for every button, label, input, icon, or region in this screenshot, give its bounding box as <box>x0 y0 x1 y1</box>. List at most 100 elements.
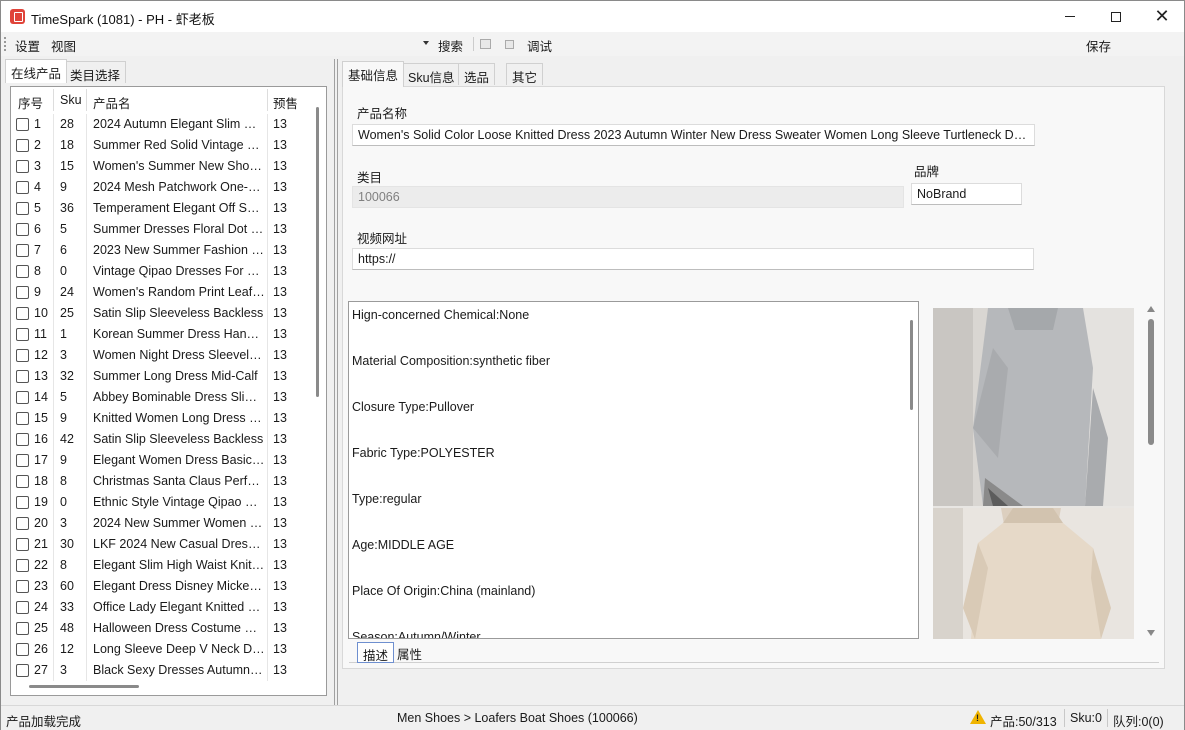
product-name-field[interactable]: Women's Solid Color Loose Knitted Dress … <box>352 124 1035 146</box>
col-header-sku[interactable]: Sku <box>60 93 82 107</box>
search-dropdown-icon[interactable] <box>423 41 429 45</box>
row-checkbox[interactable] <box>16 601 29 614</box>
row-checkbox[interactable] <box>16 538 29 551</box>
row-index: 11 <box>34 327 47 341</box>
tab-description[interactable]: 描述 <box>357 642 395 663</box>
row-checkbox[interactable] <box>16 412 29 425</box>
tab-sku-info[interactable]: Sku信息 <box>402 63 461 85</box>
row-checkbox[interactable] <box>16 139 29 152</box>
table-row[interactable]: 6 5 Summer Dresses Floral Dot Print 13 <box>11 219 316 240</box>
row-checkbox[interactable] <box>16 559 29 572</box>
table-row[interactable]: 15 9 Knitted Women Long Dress Winter 13 <box>11 408 316 429</box>
menu-view[interactable]: 视图 <box>51 36 76 55</box>
panel-splitter[interactable] <box>334 59 338 705</box>
row-checkbox[interactable] <box>16 328 29 341</box>
tab-online-products[interactable]: 在线产品 <box>5 59 68 83</box>
row-checkbox[interactable] <box>16 307 29 320</box>
row-checkbox[interactable] <box>16 244 29 257</box>
product-image-beige[interactable] <box>933 508 1134 639</box>
gallery-scroll-down-icon[interactable] <box>1147 630 1155 636</box>
description-textarea[interactable]: Hign-concerned Chemical:None Material Com… <box>348 301 919 639</box>
table-row[interactable]: 2 18 Summer Red Solid Vintage Dress 13 <box>11 135 316 156</box>
row-checkbox[interactable] <box>16 181 29 194</box>
gallery-scroll-up-icon[interactable] <box>1147 306 1155 312</box>
row-checkbox[interactable] <box>16 391 29 404</box>
col-header-presale[interactable]: 预售 <box>273 93 298 112</box>
table-row[interactable]: 17 9 Elegant Women Dress Basic Solid 13 <box>11 450 316 471</box>
maximize-button[interactable] <box>1093 1 1139 32</box>
table-row[interactable]: 23 60 Elegant Dress Disney Mickey Print 13 <box>11 576 316 597</box>
row-checkbox[interactable] <box>16 118 29 131</box>
table-row[interactable]: 4 9 2024 Mesh Patchwork One-Piece 13 <box>11 177 316 198</box>
row-checkbox[interactable] <box>16 349 29 362</box>
row-checkbox[interactable] <box>16 223 29 236</box>
table-row[interactable]: 1 28 2024 Autumn Elegant Slim Waist 13 <box>11 114 316 135</box>
table-row[interactable]: 8 0 Vintage Qipao Dresses For Women 13 <box>11 261 316 282</box>
table-row[interactable]: 13 32 Summer Long Dress Mid-Calf 13 <box>11 366 316 387</box>
row-product-name: Elegant Women Dress Basic Solid <box>93 453 265 467</box>
row-checkbox[interactable] <box>16 643 29 656</box>
row-checkbox[interactable] <box>16 496 29 509</box>
table-row[interactable]: 24 33 Office Lady Elegant Knitted Dress 13 <box>11 597 316 618</box>
table-row[interactable]: 5 36 Temperament Elegant Off Shoulder 13 <box>11 198 316 219</box>
table-row[interactable]: 22 8 Elegant Slim High Waist Knitted 13 <box>11 555 316 576</box>
video-url-field[interactable]: https:// <box>352 248 1034 270</box>
row-presale: 13 <box>273 621 287 635</box>
row-checkbox[interactable] <box>16 454 29 467</box>
save-button[interactable]: 保存 <box>1086 36 1111 55</box>
row-checkbox[interactable] <box>16 202 29 215</box>
table-row[interactable]: 16 42 Satin Slip Sleeveless Backless 13 <box>11 429 316 450</box>
table-row[interactable]: 3 15 Women's Summer New Short Dress 13 <box>11 156 316 177</box>
description-scrollbar[interactable] <box>910 320 913 410</box>
search-button[interactable]: 搜索 <box>438 36 463 55</box>
tab-category-select[interactable]: 类目选择 <box>64 61 127 83</box>
table-row[interactable]: 19 0 Ethnic Style Vintage Qipao Dress 13 <box>11 492 316 513</box>
table-row[interactable]: 20 3 2024 New Summer Women Dress 13 <box>11 513 316 534</box>
table-row[interactable]: 26 12 Long Sleeve Deep V Neck Dress 13 <box>11 639 316 660</box>
brand-field[interactable]: NoBrand <box>911 183 1022 205</box>
table-row[interactable]: 7 6 2023 New Summer Fashion Dress 13 <box>11 240 316 261</box>
table-row[interactable]: 27 3 Black Sexy Dresses Autumn Winter 13 <box>11 660 316 681</box>
row-checkbox[interactable] <box>16 433 29 446</box>
col-header-index[interactable]: 序号 <box>18 93 43 112</box>
row-presale: 13 <box>273 516 287 530</box>
debug-button[interactable]: 调试 <box>527 36 552 55</box>
row-checkbox[interactable] <box>16 622 29 635</box>
row-product-name: Summer Long Dress Mid-Calf <box>93 369 258 383</box>
row-checkbox[interactable] <box>16 370 29 383</box>
table-row[interactable]: 21 30 LKF 2024 New Casual Dress Women 13 <box>11 534 316 555</box>
row-index: 4 <box>34 180 41 194</box>
table-row[interactable]: 18 8 Christmas Santa Claus Perfect Gift 13 <box>11 471 316 492</box>
product-image-grey[interactable] <box>933 308 1134 506</box>
table-row[interactable]: 12 3 Women Night Dress Sleeveless 13 <box>11 345 316 366</box>
tab-product-selection[interactable]: 选品 <box>458 63 496 85</box>
product-image-gallery[interactable] <box>933 308 1134 639</box>
horizontal-scrollbar[interactable] <box>29 685 139 688</box>
warning-icon[interactable]: ! <box>970 710 986 724</box>
minimize-button[interactable] <box>1047 1 1093 32</box>
row-checkbox[interactable] <box>16 160 29 173</box>
toggle-checkbox-icon[interactable] <box>480 39 491 49</box>
close-button[interactable]: ✕ <box>1139 1 1185 32</box>
gallery-scrollbar[interactable] <box>1148 319 1154 445</box>
menu-settings[interactable]: 设置 <box>15 36 40 55</box>
row-checkbox[interactable] <box>16 664 29 677</box>
table-row[interactable]: 111Korean Summer Dress Hanging Neck13 <box>11 324 316 345</box>
tab-basic-info[interactable]: 基础信息 <box>342 61 405 87</box>
table-row[interactable]: 14 5 Abbey Bominable Dress Slim Fit 13 <box>11 387 316 408</box>
row-checkbox[interactable] <box>16 265 29 278</box>
row-checkbox[interactable] <box>16 286 29 299</box>
row-index: 8 <box>34 264 41 278</box>
vertical-scrollbar[interactable] <box>316 107 319 397</box>
tab-attributes[interactable]: 属性 <box>392 642 427 663</box>
row-checkbox[interactable] <box>16 580 29 593</box>
tab-other[interactable]: 其它 <box>506 63 544 85</box>
col-header-name[interactable]: 产品名 <box>93 93 131 112</box>
table-row[interactable]: 10 25 Satin Slip Sleeveless Backless 13 <box>11 303 316 324</box>
toggle-square-icon[interactable] <box>505 40 514 49</box>
description-line: Place Of Origin:China (mainland) <box>352 584 536 598</box>
table-row[interactable]: 25 48 Halloween Dress Costume Women 13 <box>11 618 316 639</box>
table-row[interactable]: 9 24 Women's Random Print Leaf Dress 13 <box>11 282 316 303</box>
row-checkbox[interactable] <box>16 475 29 488</box>
row-checkbox[interactable] <box>16 517 29 530</box>
